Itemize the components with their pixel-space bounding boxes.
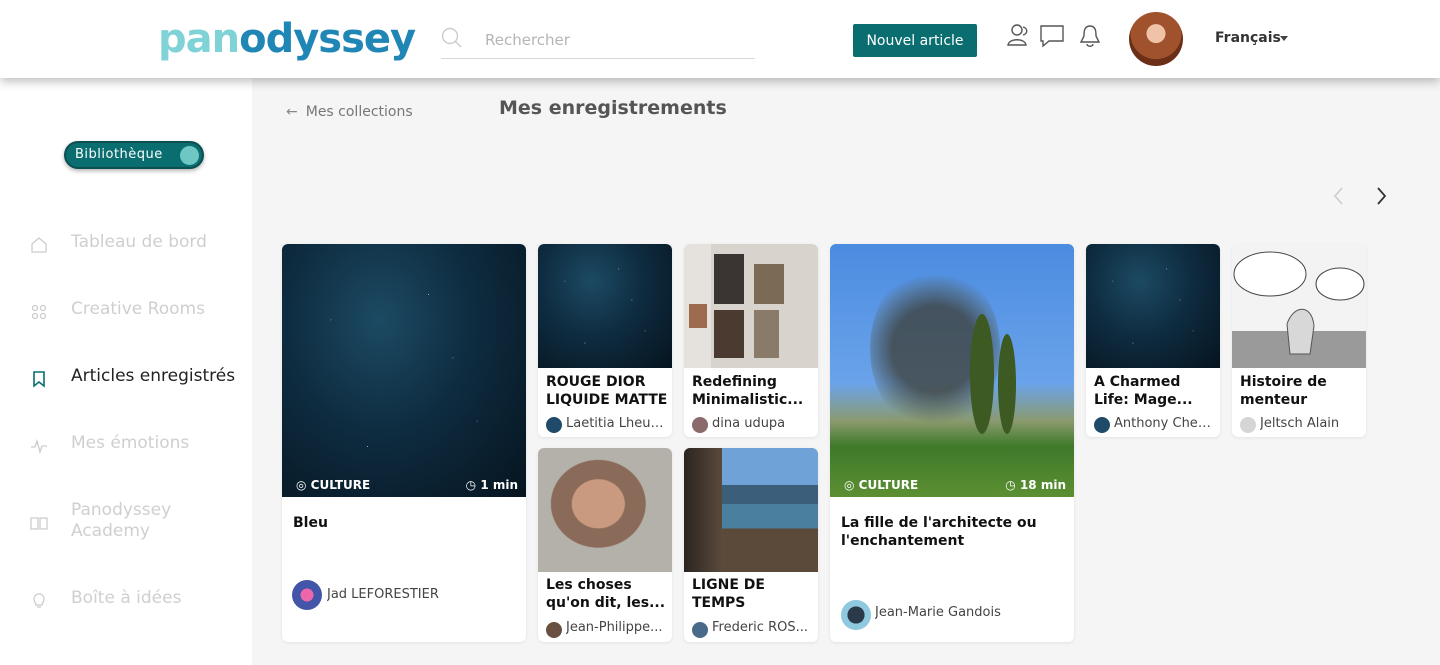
- article-card[interactable]: Histoire de menteur Jeltsch Alain: [1232, 244, 1366, 437]
- reading-time: ◷ 1 min: [465, 478, 518, 492]
- sidebar-item-label: Mes émotions: [71, 433, 190, 453]
- article-title[interactable]: LIGNE DE TEMPS: [692, 576, 814, 612]
- book-icon: [30, 517, 48, 530]
- sidebar-item-label: Creative Rooms: [71, 299, 205, 319]
- new-article-button[interactable]: Nouvel article: [853, 24, 977, 57]
- sidebar-item-label: Boîte à idées: [71, 588, 182, 608]
- article-title[interactable]: Redefining Minimalistic...: [692, 373, 814, 409]
- back-label: Mes collections: [305, 104, 413, 120]
- chat-icon[interactable]: [1038, 22, 1066, 50]
- article-title[interactable]: Les choses qu'on dit, les...: [546, 576, 668, 612]
- bell-icon[interactable]: [1076, 22, 1104, 50]
- article-author[interactable]: Jad LEFORESTIER: [327, 587, 517, 602]
- article-image: [282, 244, 526, 497]
- category-tag: ◎ CULTURE: [296, 478, 371, 492]
- article-image: [538, 244, 672, 368]
- sidebar-item-ideas[interactable]: Boîte à idées: [30, 582, 245, 622]
- sidebar-item-creative-rooms[interactable]: Creative Rooms: [30, 293, 245, 333]
- article-card[interactable]: Redefining Minimalistic... dina udupa: [684, 244, 818, 437]
- sidebar: Bibliothèque Tableau de bord Creative Ro…: [0, 78, 252, 665]
- article-author[interactable]: Jeltsch Alain: [1260, 416, 1360, 431]
- article-title[interactable]: ROUGE DIOR LIQUIDE MATTE: [546, 373, 668, 409]
- article-author[interactable]: Jean-Marie Gandois: [875, 605, 1065, 620]
- avatar: [692, 622, 708, 638]
- article-image: [684, 244, 818, 368]
- sidebar-item-emotions[interactable]: Mes émotions: [30, 427, 245, 467]
- search-bar: [441, 24, 755, 59]
- article-title[interactable]: Histoire de menteur: [1240, 373, 1362, 409]
- article-image: [830, 244, 1074, 497]
- pulse-icon: [31, 438, 47, 455]
- panodyssey-logo[interactable]: panodyssey: [158, 14, 416, 64]
- article-image: [538, 448, 672, 572]
- top-bar: panodyssey Nouvel article Français: [0, 0, 1440, 78]
- library-toggle[interactable]: Bibliothèque: [64, 141, 204, 169]
- article-card[interactable]: A Charmed Life: Mage... Anthony Cher...: [1086, 244, 1220, 437]
- article-title[interactable]: La fille de l'architecte ou l'enchanteme…: [841, 514, 1061, 550]
- carousel-prev-icon[interactable]: [1330, 184, 1348, 208]
- sidebar-item-dashboard[interactable]: Tableau de bord: [30, 226, 245, 266]
- logo-part-1: pan: [158, 16, 240, 62]
- article-title[interactable]: A Charmed Life: Mage...: [1094, 373, 1216, 409]
- article-card[interactable]: LIGNE DE TEMPS Frederic ROS...: [684, 448, 818, 642]
- lightbulb-icon: [33, 593, 45, 608]
- sidebar-item-academy[interactable]: Panodyssey Academy: [30, 494, 245, 554]
- contacts-icon[interactable]: [1004, 22, 1032, 50]
- avatar: [692, 417, 708, 433]
- carousel-next-icon[interactable]: [1372, 184, 1390, 208]
- back-to-collections-link[interactable]: ← Mes collections: [286, 104, 413, 120]
- bookmark-icon: [33, 371, 45, 388]
- article-author[interactable]: dina udupa: [712, 416, 812, 431]
- article-author[interactable]: Anthony Cher...: [1114, 416, 1214, 431]
- sidebar-item-label: Articles enregistrés: [71, 366, 236, 386]
- article-image: [1232, 244, 1366, 368]
- article-image: [684, 448, 818, 572]
- sidebar-item-label: Tableau de bord: [71, 232, 207, 252]
- avatar: [1240, 417, 1256, 433]
- search-icon[interactable]: [441, 27, 463, 49]
- user-avatar[interactable]: [1129, 12, 1183, 66]
- article-image: [1086, 244, 1220, 368]
- avatar: [1094, 417, 1110, 433]
- avatar: [546, 417, 562, 433]
- search-input[interactable]: [485, 28, 745, 52]
- home-icon: [31, 237, 47, 253]
- article-card[interactable]: ◎ CULTURE ◷ 1 min Bleu Jad LEFORESTIER: [282, 244, 526, 642]
- article-author[interactable]: Jean-Philippe...: [566, 620, 666, 635]
- language-selector[interactable]: Français: [1215, 30, 1281, 46]
- article-card[interactable]: ◎ CULTURE ◷ 18 min La fille de l'archite…: [830, 244, 1074, 642]
- avatar: [546, 622, 562, 638]
- reading-time: ◷ 18 min: [1005, 478, 1066, 492]
- avatar: [841, 600, 871, 630]
- library-toggle-label: Bibliothèque: [75, 147, 163, 162]
- toggle-knob: [180, 146, 199, 165]
- chevron-down-icon[interactable]: [1280, 36, 1288, 41]
- article-card[interactable]: ROUGE DIOR LIQUIDE MATTE Laetitia Lheur.…: [538, 244, 672, 437]
- page-title: Mes enregistrements: [499, 97, 727, 119]
- category-tag: ◎ CULTURE: [844, 478, 919, 492]
- arrow-left-icon: ←: [286, 104, 298, 120]
- sidebar-item-label: Panodyssey Academy: [71, 500, 172, 541]
- article-card[interactable]: Les choses qu'on dit, les... Jean-Philip…: [538, 448, 672, 642]
- avatar: [292, 580, 322, 610]
- rooms-icon: [31, 304, 47, 320]
- logo-part-2: odyssey: [239, 16, 416, 62]
- article-author[interactable]: Frederic ROS...: [712, 620, 812, 635]
- article-author[interactable]: Laetitia Lheur...: [566, 416, 666, 431]
- article-title[interactable]: Bleu: [293, 514, 513, 532]
- sidebar-item-saved-articles[interactable]: Articles enregistrés: [30, 360, 245, 400]
